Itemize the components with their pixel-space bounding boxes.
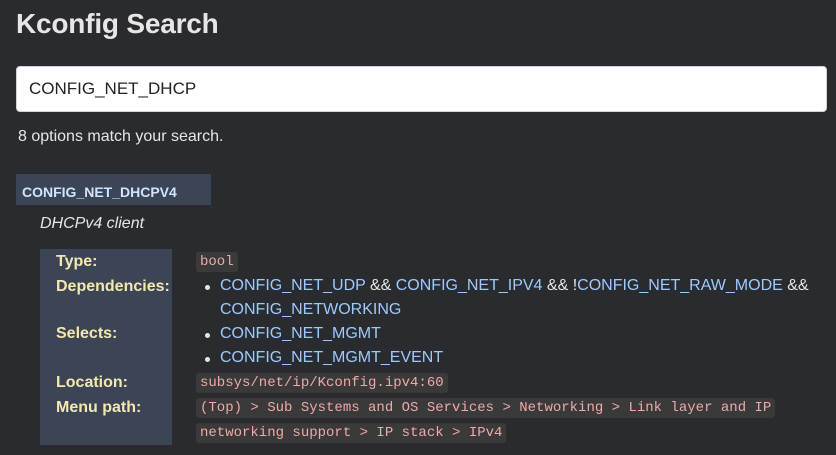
dependencies-label: Dependencies: — [56, 278, 170, 295]
option-prompt: DHCPv4 client — [40, 215, 145, 232]
dependency-link-networking[interactable]: CONFIG_NETWORKING — [220, 301, 401, 318]
select-link-net-mgmt[interactable]: CONFIG_NET_MGMT — [220, 325, 381, 343]
dependencies-bullet — [205, 285, 210, 290]
dependency-operator: && ! — [542, 277, 578, 294]
location-value: subsys/net/ip/Kconfig.ipv4:60 — [196, 373, 448, 393]
dependency-operator: && — [365, 277, 396, 294]
dependencies-line-1: CONFIG_NET_UDP && CONFIG_NET_IPV4 && !CO… — [220, 277, 809, 295]
menu-path-line-1: (Top) > Sub Systems and OS Services > Ne… — [196, 398, 776, 418]
dependency-link-net-raw-mode[interactable]: CONFIG_NET_RAW_MODE — [577, 277, 783, 294]
search-input[interactable] — [16, 66, 827, 112]
page-title: Kconfig Search — [16, 8, 219, 39]
menu-path-line-2: networking support > IP stack > IPv4 — [196, 423, 507, 443]
dependency-operator: && — [782, 277, 809, 294]
result-count: 8 options match your search. — [18, 128, 224, 145]
option-name-link[interactable]: CONFIG_NET_DHCPV4 — [16, 174, 211, 205]
selects-bullet — [205, 357, 210, 362]
type-value: bool — [196, 252, 238, 272]
type-label: Type: — [56, 253, 98, 270]
menu-path-label: Menu path: — [56, 399, 142, 416]
dependency-link-net-udp[interactable]: CONFIG_NET_UDP — [220, 277, 366, 294]
selects-label: Selects: — [56, 325, 118, 342]
dependency-link-net-ipv4[interactable]: CONFIG_NET_IPV4 — [396, 277, 543, 294]
location-label: Location: — [56, 374, 128, 391]
select-link-net-mgmt-event[interactable]: CONFIG_NET_MGMT_EVENT — [220, 349, 443, 367]
selects-bullet — [205, 333, 210, 338]
dependencies-line-2: CONFIG_NETWORKING — [220, 301, 401, 319]
